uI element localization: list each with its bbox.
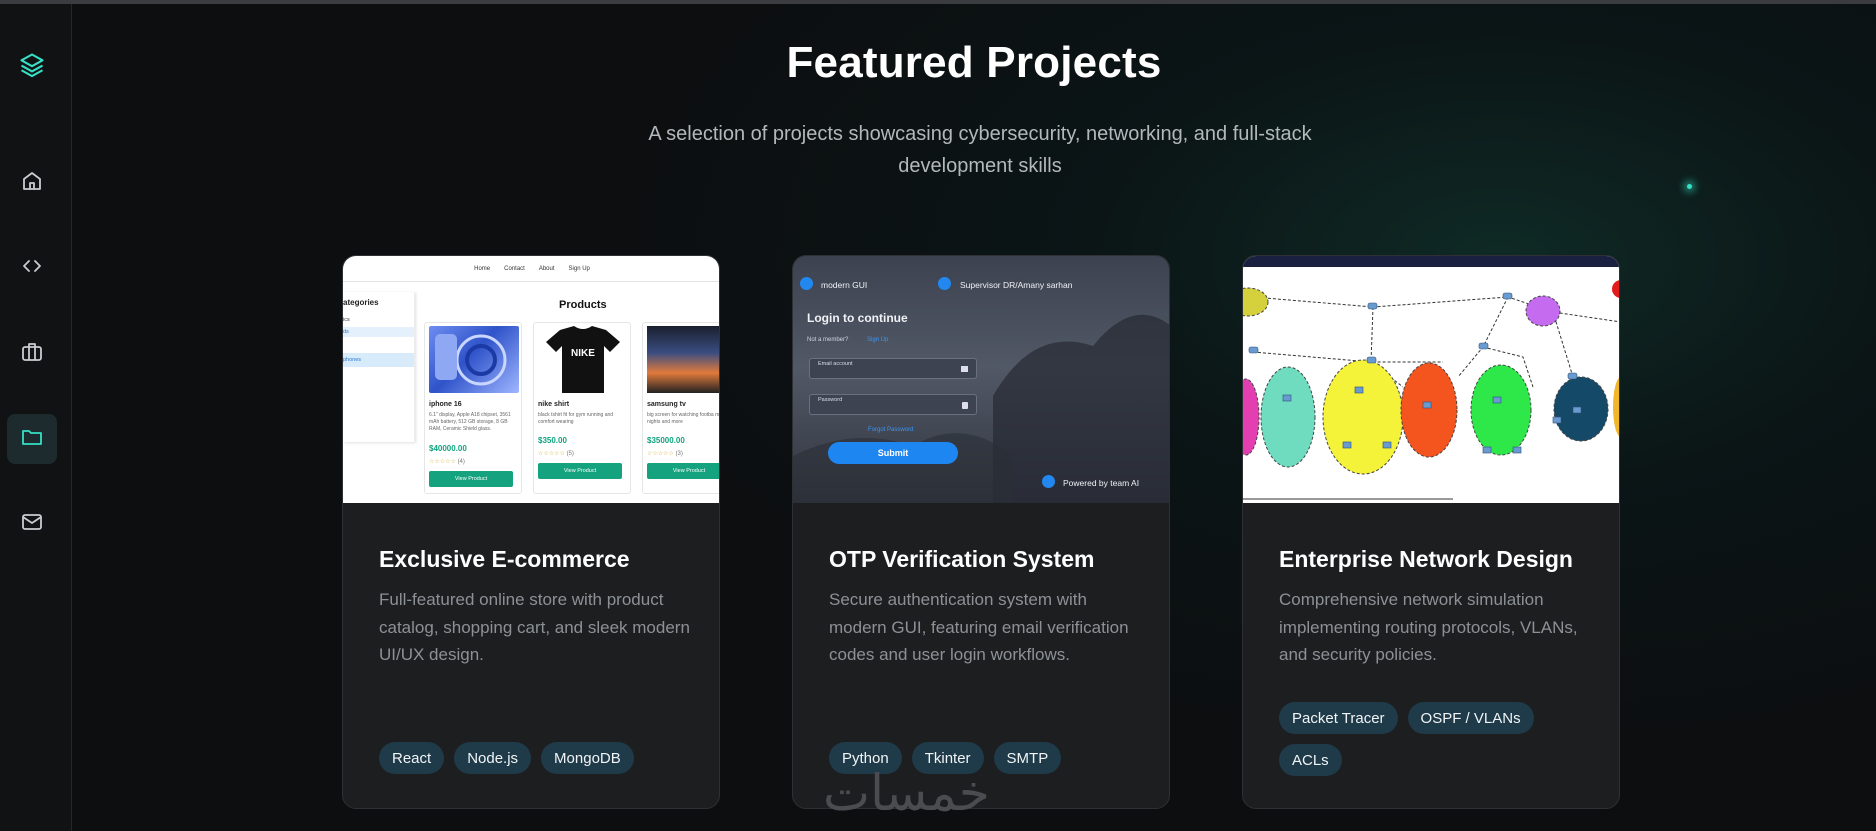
preview-view-product-button: View Product (647, 463, 719, 479)
status-dot-icon (938, 277, 951, 290)
project-preview-network[interactable] (1243, 256, 1619, 503)
preview-category-item: phones (343, 353, 414, 367)
decorative-glow-dot (1687, 184, 1692, 189)
project-tags: React Node.js MongoDB (379, 742, 699, 774)
tech-tag: Node.js (454, 742, 532, 774)
preview-nav-item: About (538, 265, 555, 272)
preview-signup-link: Sign Up (867, 337, 889, 343)
lock-icon (962, 402, 968, 409)
preview-product-name: samsung tv (647, 401, 686, 408)
preview-product-desc: big screen for watching footba movie nig… (647, 412, 720, 425)
preview-member-text: Not a member? (807, 337, 849, 343)
tech-tag: Packet Tracer (1279, 702, 1398, 734)
preview-view-product-button: View Product (429, 471, 513, 487)
sidebar-item-code[interactable] (7, 243, 57, 293)
preview-nav: Home Contact About Sign Up (343, 256, 719, 282)
tshirt-image: NIKE (538, 326, 628, 393)
preview-view-product-button: View Product (538, 463, 622, 479)
project-description: Full-featured online store with product … (379, 590, 690, 664)
preview-review-count: (5) (566, 451, 574, 457)
sidebar-item-contact[interactable] (7, 499, 57, 549)
tech-tag: SMTP (993, 742, 1062, 774)
project-description: Comprehensive network simulation impleme… (1279, 590, 1578, 664)
tv-image (647, 326, 719, 393)
status-dot-icon (800, 277, 813, 290)
preview-product-desc: black tshirt fit for gym running and com… (538, 412, 614, 425)
project-description: Secure authentication system with modern… (829, 590, 1129, 664)
preview-window-bar (1243, 256, 1619, 267)
project-card-ecommerce[interactable]: Home Contact About Sign Up ategories ics… (342, 255, 720, 809)
project-title: Enterprise Network Design (1279, 546, 1573, 572)
star-rating-icon: ☆☆☆☆☆ (5) (538, 451, 574, 457)
preview-product-card: NIKE nike shirt black tshirt fit for gym… (533, 322, 631, 494)
preview-login-heading: Login to continue (807, 311, 908, 325)
tech-tag: React (379, 742, 445, 774)
preview-product-card: samsung tv big screen for watching footb… (642, 322, 720, 494)
preview-category-item: ics (343, 317, 350, 323)
preview-nav-item: Contact (504, 265, 525, 272)
preview-products-heading: Products (559, 299, 607, 311)
preview-category-panel: ategories ics ds phones (343, 292, 415, 442)
preview-password-field: Password (809, 394, 977, 415)
folder-icon (20, 425, 44, 454)
preview-label-right: Supervisor DR/Amany sarhan (960, 280, 1073, 290)
code-icon (20, 254, 44, 283)
tech-tag: OSPF / VLANs (1407, 702, 1534, 734)
sidebar-item-briefcase[interactable] (7, 329, 57, 379)
preview-product-name: nike shirt (538, 401, 570, 408)
preview-footer: Powered by team AI (1063, 478, 1140, 488)
watermark-logo: خمسات (823, 764, 990, 822)
otp-screenshot: modern GUI Supervisor DR/Amany sarhan Lo… (793, 256, 1169, 503)
preview-product-name: iphone 16 (429, 401, 462, 408)
layers-icon[interactable] (16, 49, 48, 81)
project-preview-ecommerce[interactable]: Home Contact About Sign Up ategories ics… (343, 256, 720, 503)
preview-review-count: (3) (675, 451, 683, 457)
preview-category-item: ds (343, 327, 414, 337)
topology-graphic (1243, 280, 1619, 500)
preview-email-field: Email account (809, 358, 977, 379)
star-rating-icon: ☆☆☆☆☆ (3) (647, 451, 683, 457)
sidebar-item-projects[interactable] (7, 414, 57, 464)
mail-icon (20, 510, 44, 539)
network-topology-diagram (1243, 256, 1619, 503)
preview-category-heading: ategories (343, 298, 379, 307)
star-rating-icon: ☆☆☆☆☆ (4) (429, 459, 465, 465)
preview-review-count: (4) (457, 459, 465, 465)
page-title: Featured Projects (786, 38, 1162, 87)
preview-submit-button: Submit (828, 442, 958, 464)
preview-product-price: $40000.00 (429, 444, 467, 453)
status-dot-icon (1042, 475, 1055, 488)
preview-password-label: Password (818, 397, 843, 403)
briefcase-icon (20, 340, 44, 369)
sidebar-item-home[interactable] (7, 158, 57, 208)
browser-top-edge (0, 0, 1876, 4)
preview-label-left: modern GUI (821, 280, 868, 290)
tech-tag: ACLs (1279, 744, 1342, 776)
sidebar (0, 4, 72, 831)
project-title: Exclusive E-commerce (379, 546, 630, 572)
preview-nav-item: Sign Up (568, 265, 590, 272)
cloud-background (793, 314, 1169, 503)
preview-product-card: iphone 16 6.1" display, Apple A18 chipse… (424, 322, 522, 494)
iphone-image (429, 326, 519, 393)
project-card-network[interactable]: Enterprise Network Design Comprehensive … (1242, 255, 1620, 809)
preview-product-price: $35000.00 (647, 436, 685, 445)
project-preview-otp[interactable]: modern GUI Supervisor DR/Amany sarhan Lo… (793, 256, 1169, 503)
svg-text:NIKE: NIKE (571, 348, 595, 359)
preview-nav-item: Home (474, 265, 491, 272)
page-subtitle: A selection of projects showcasing cyber… (648, 123, 1312, 177)
preview-forgot-password: Forgot Password (868, 427, 914, 433)
preview-product-price: $350.00 (538, 436, 567, 445)
tech-tag: MongoDB (541, 742, 634, 774)
mail-icon (961, 366, 968, 372)
ecommerce-screenshot: Home Contact About Sign Up ategories ics… (343, 256, 720, 503)
project-card-otp[interactable]: modern GUI Supervisor DR/Amany sarhan Lo… (792, 255, 1170, 809)
project-tags: Packet Tracer OSPF / VLANs ACLs (1279, 702, 1599, 776)
preview-product-desc: 6.1" display, Apple A18 chipset, 3561 mA… (429, 412, 511, 432)
project-title: OTP Verification System (829, 546, 1095, 572)
preview-email-label: Email account (818, 361, 853, 367)
home-icon (20, 169, 44, 198)
